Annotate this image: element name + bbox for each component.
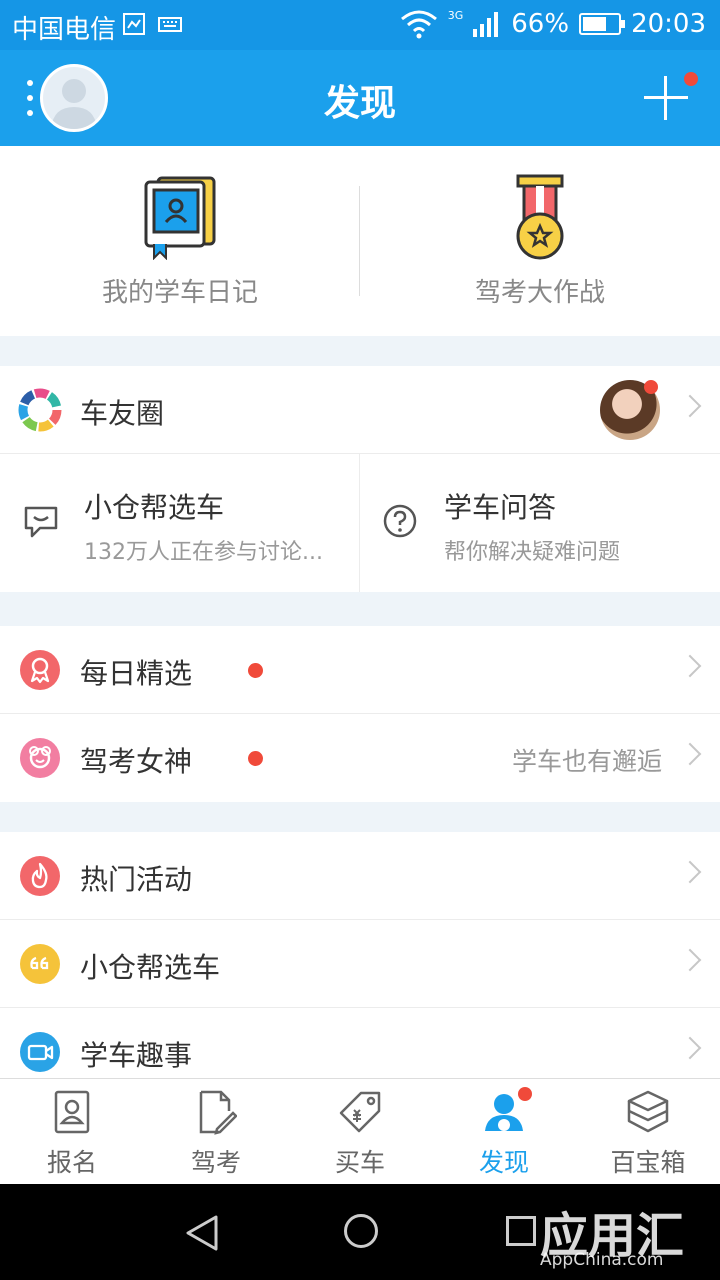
wifi-icon xyxy=(400,10,437,39)
color-wheel-icon xyxy=(18,388,62,432)
id-card-icon xyxy=(54,1090,90,1134)
carrier-name: 中国电信 xyxy=(12,15,117,45)
tab-toolbox[interactable]: 百宝箱 xyxy=(576,1079,720,1184)
chevron-right-icon xyxy=(678,948,702,972)
tab-toolbox-label: 百宝箱 xyxy=(610,1148,686,1177)
app-header: 发现 xyxy=(0,50,720,146)
list-item-goddess[interactable]: 驾考女神 学车也有邂逅 xyxy=(0,714,720,802)
watermark-url: AppChina.com xyxy=(540,1250,664,1270)
tab-register[interactable]: 报名 xyxy=(0,1079,144,1184)
goddess-note: 学车也有邂逅 xyxy=(511,747,662,776)
new-dot xyxy=(248,663,263,678)
friend-notification-dot xyxy=(644,380,658,394)
tab-buy-car-label: 买车 xyxy=(334,1148,385,1177)
ribbon-icon xyxy=(20,650,60,690)
battery-icon xyxy=(579,13,626,35)
system-nav-bar: 应用汇 AppChina.com xyxy=(0,1184,720,1280)
qa-title: 学车问答 xyxy=(444,491,557,524)
goddess-icon xyxy=(20,738,60,778)
choose-car-card[interactable]: 小仓帮选车 132万人正在参与讨论... xyxy=(0,454,360,592)
diary-label: 我的学车日记 xyxy=(101,278,258,308)
daily-picks-label: 每日精选 xyxy=(80,657,193,690)
chevron-right-icon xyxy=(678,742,702,766)
pair-row: 小仓帮选车 132万人正在参与讨论... 学车问答 帮你解决疑难问题 xyxy=(0,454,720,592)
battery-percent: 66% xyxy=(511,9,570,39)
list-item-car-friends[interactable]: 车友圈 xyxy=(0,366,720,454)
featured-section: 每日精选 驾考女神 学车也有邂逅 xyxy=(0,626,720,802)
qa-card[interactable]: 学车问答 帮你解决疑难问题 xyxy=(360,454,720,592)
top-cards: 我的学车日记 驾考大作战 xyxy=(0,146,720,336)
goddess-label: 驾考女神 xyxy=(80,745,193,778)
home-icon[interactable] xyxy=(344,1214,378,1248)
sim-icon xyxy=(123,13,145,35)
chevron-right-icon xyxy=(678,860,702,884)
choose-car-subtitle: 132万人正在参与讨论... xyxy=(84,540,323,565)
quote-icon xyxy=(20,944,60,984)
tab-exam[interactable]: 驾考 xyxy=(144,1079,288,1184)
diary-book-icon xyxy=(144,176,216,260)
question-bubble-icon xyxy=(383,504,417,538)
chevron-right-icon xyxy=(678,394,702,418)
add-button[interactable] xyxy=(644,76,688,120)
back-icon[interactable] xyxy=(184,1214,220,1252)
community-section: 车友圈 小仓帮选车 132万人正在参与讨论... 学车问答 帮你解决疑难问题 xyxy=(0,366,720,592)
toolbox-icon xyxy=(627,1090,669,1133)
choose-car-label: 小仓帮选车 xyxy=(80,951,221,984)
medal-icon xyxy=(516,174,564,260)
keyboard-icon xyxy=(158,17,182,32)
list-item-hot-events[interactable]: 热门活动 xyxy=(0,832,720,920)
tab-discover[interactable]: 发现 xyxy=(432,1079,576,1184)
list-item-daily-picks[interactable]: 每日精选 xyxy=(0,626,720,714)
chevron-right-icon xyxy=(678,1036,702,1060)
exam-battle-card[interactable]: 驾考大作战 xyxy=(360,146,720,336)
notification-dot xyxy=(684,72,698,86)
new-dot xyxy=(248,751,263,766)
chat-bubble-icon xyxy=(24,506,58,538)
tab-discover-label: 发现 xyxy=(478,1148,529,1177)
diary-card[interactable]: 我的学车日记 xyxy=(0,146,360,336)
divider xyxy=(359,186,360,296)
exam-battle-label: 驾考大作战 xyxy=(474,278,605,308)
hot-events-label: 热门活动 xyxy=(80,863,193,896)
chevron-right-icon xyxy=(678,654,702,678)
tab-register-label: 报名 xyxy=(46,1148,97,1177)
fun-stories-label: 学车趣事 xyxy=(80,1039,193,1072)
qa-subtitle: 帮你解决疑难问题 xyxy=(444,540,621,565)
divider xyxy=(359,454,360,592)
car-friends-label: 车友圈 xyxy=(80,397,165,430)
choose-car-title: 小仓帮选车 xyxy=(84,491,225,524)
list-item-fun-stories[interactable]: 学车趣事 xyxy=(0,1008,720,1078)
status-bar: 中国电信 3G 66% 20:03 xyxy=(0,0,720,50)
price-tag-icon xyxy=(339,1091,381,1133)
edit-doc-icon xyxy=(199,1090,237,1135)
activities-section: 热门活动 小仓帮选车 学车趣事 xyxy=(0,832,720,1078)
flame-icon xyxy=(20,856,60,896)
bottom-nav: 报名 驾考 买车 发现 百宝箱 xyxy=(0,1078,720,1184)
tab-buy-car[interactable]: 买车 xyxy=(288,1079,432,1184)
network-type: 3G xyxy=(447,8,464,22)
signal-icon xyxy=(473,12,499,37)
list-item-choose-car[interactable]: 小仓帮选车 xyxy=(0,920,720,1008)
discover-notification-dot xyxy=(518,1087,532,1101)
clock: 20:03 xyxy=(631,9,706,39)
recent-apps-icon[interactable] xyxy=(506,1216,536,1246)
page-title: 发现 xyxy=(323,83,396,124)
video-camera-icon xyxy=(20,1032,60,1072)
tab-exam-label: 驾考 xyxy=(190,1148,241,1177)
